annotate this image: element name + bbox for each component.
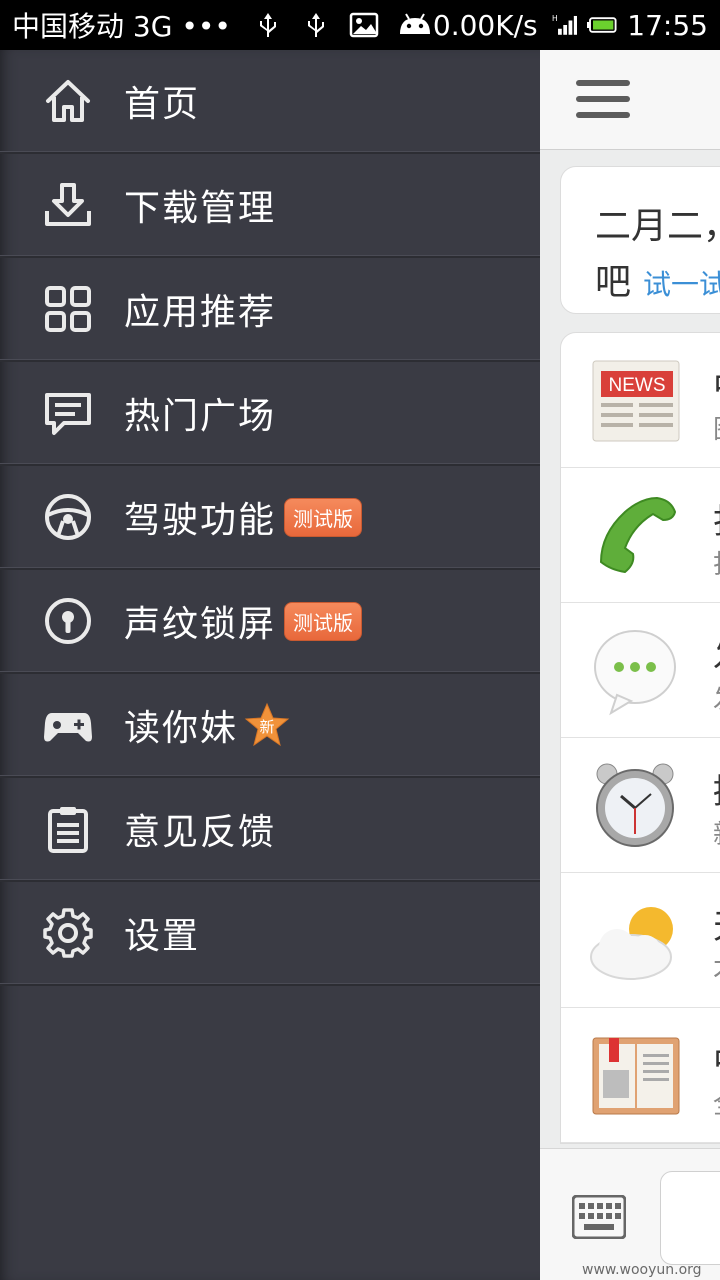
menu-item-read-game[interactable]: 读你妹 新	[0, 674, 540, 778]
carrier-label: 中国移动 3G •••	[12, 10, 231, 43]
new-star-badge: 新	[244, 702, 290, 748]
input-bar	[540, 1148, 720, 1280]
phone-icon	[599, 496, 677, 574]
item-title: 天	[713, 899, 720, 948]
menu-item-voiceprint-lock[interactable]: 声纹锁屏 测试版	[0, 570, 540, 674]
weather-icon	[590, 907, 673, 980]
news-icon: NEWS	[592, 360, 680, 442]
signal-icon: H	[552, 14, 578, 35]
menu-label: 首页	[124, 84, 201, 125]
svg-text:NEWS: NEWS	[609, 375, 666, 396]
menu-item-feedback[interactable]: 意见反馈	[0, 778, 540, 882]
list-item[interactable]: 打 打	[561, 468, 720, 603]
keyhole-icon	[42, 595, 94, 647]
clock: 17:55	[627, 8, 708, 42]
feature-list: NEWS 中 图 打 打 发 发 提 新 天 才 中 全	[560, 332, 720, 1144]
message-icon	[594, 630, 676, 716]
steering-wheel-icon	[42, 491, 94, 543]
new-badge-label: 新	[259, 718, 275, 736]
promo-text: 二月二，	[595, 206, 720, 247]
item-subtitle: 发	[713, 679, 720, 716]
promo-text: 吧	[595, 262, 632, 303]
list-item[interactable]: NEWS 中 图	[561, 333, 720, 468]
menu-item-app-recommend[interactable]: 应用推荐	[0, 258, 540, 362]
item-subtitle: 图	[713, 409, 720, 446]
item-title: 提	[713, 764, 720, 813]
voice-input-button[interactable]	[660, 1171, 720, 1265]
gear-icon	[42, 907, 94, 959]
menu-label: 设置	[124, 916, 201, 957]
svg-text:H: H	[552, 14, 558, 23]
menu-label: 读你妹	[124, 708, 239, 749]
item-subtitle: 才	[713, 949, 720, 986]
chat-bubble-icon	[42, 387, 94, 439]
menu-label: 驾驶功能	[124, 500, 277, 541]
image-icon	[349, 12, 379, 38]
watermark: www.wooyun.org	[582, 1262, 702, 1278]
menu-label: 下载管理	[124, 188, 277, 229]
beta-badge: 测试版	[284, 601, 363, 641]
android-icon	[399, 13, 430, 34]
navigation-drawer: 首页 下载管理 应用推荐 热门广场 驾驶功能 测试版 声纹锁屏 测试版 读你妹 …	[0, 50, 540, 1280]
usb-icon	[307, 13, 324, 37]
top-bar	[540, 50, 720, 150]
item-subtitle: 新	[713, 814, 720, 851]
gamepad-icon	[42, 699, 94, 751]
menu-item-hot-square[interactable]: 热门广场	[0, 362, 540, 466]
menu-label: 应用推荐	[124, 292, 277, 333]
download-icon	[42, 179, 94, 231]
item-title: 发	[713, 629, 720, 678]
battery-icon	[587, 17, 617, 33]
main-content-panel: 二月二， 吧试一试 NEWS 中 图 打 打 发 发 提 新 天 才	[540, 50, 720, 1280]
item-title: 中	[713, 359, 720, 408]
list-item[interactable]: 发 发	[561, 603, 720, 738]
network-speed: 0.00K/s	[432, 8, 538, 42]
list-item[interactable]: 提 新	[561, 738, 720, 873]
list-item[interactable]: 天 才	[561, 873, 720, 1008]
promo-card[interactable]: 二月二， 吧试一试	[560, 166, 720, 314]
menu-item-download[interactable]: 下载管理	[0, 154, 540, 258]
beta-badge: 测试版	[284, 497, 363, 537]
alarm-clock-icon	[596, 763, 674, 847]
item-subtitle: 打	[713, 544, 720, 581]
menu-item-settings[interactable]: 设置	[0, 882, 540, 986]
book-icon	[592, 1037, 680, 1115]
item-title: 中	[713, 1034, 720, 1083]
clipboard-icon	[42, 803, 94, 855]
menu-item-driving[interactable]: 驾驶功能 测试版	[0, 466, 540, 570]
hamburger-menu-icon[interactable]	[576, 80, 630, 120]
item-subtitle: 全	[713, 1084, 720, 1121]
menu-label: 声纹锁屏	[124, 604, 277, 645]
promo-link[interactable]: 试一试	[643, 268, 720, 301]
home-icon	[42, 75, 94, 127]
usb-icon	[259, 13, 276, 37]
grid-icon	[42, 283, 94, 335]
keyboard-icon[interactable]	[572, 1195, 626, 1239]
menu-label: 热门广场	[124, 396, 277, 437]
list-item[interactable]: 中 全	[561, 1008, 720, 1143]
status-bar: 中国移动 3G ••• 0.00K/s H 17:55	[0, 0, 720, 50]
menu-item-home[interactable]: 首页	[0, 50, 540, 154]
item-title: 打	[713, 494, 720, 543]
menu-label: 意见反馈	[124, 812, 277, 853]
